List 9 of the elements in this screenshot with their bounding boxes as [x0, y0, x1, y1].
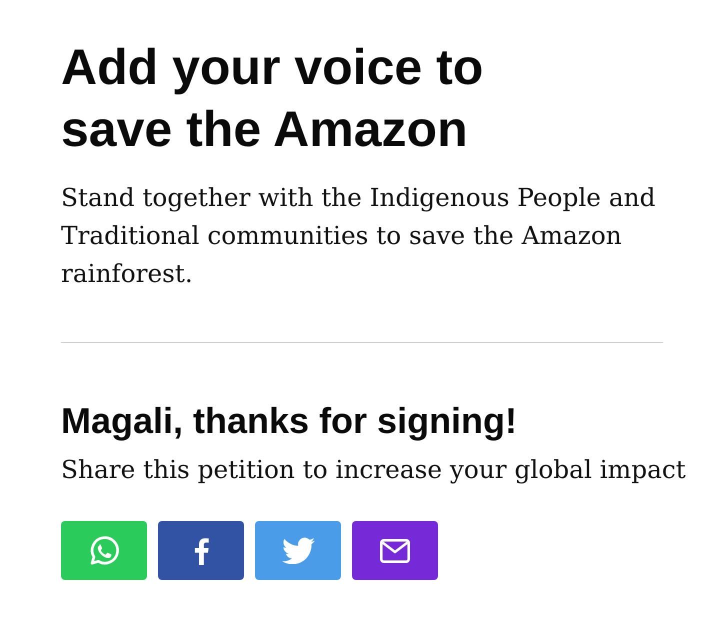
bird-icon — [282, 537, 314, 564]
intro-paragraph: Stand together with the Indigenous People and Traditional communities to save the Amazon rainforest. — [61, 182, 656, 290]
share-button[interactable] — [352, 521, 438, 580]
thanks-heading: Magali, thanks for signing! — [61, 400, 518, 442]
share-button[interactable] — [158, 521, 244, 580]
envelope-icon — [380, 538, 410, 562]
page-headline: Add your voice to save the Amazon — [61, 38, 484, 159]
f-logo-icon — [194, 536, 208, 565]
share-prompt: Share this petition to increase your global impact — [61, 454, 687, 486]
